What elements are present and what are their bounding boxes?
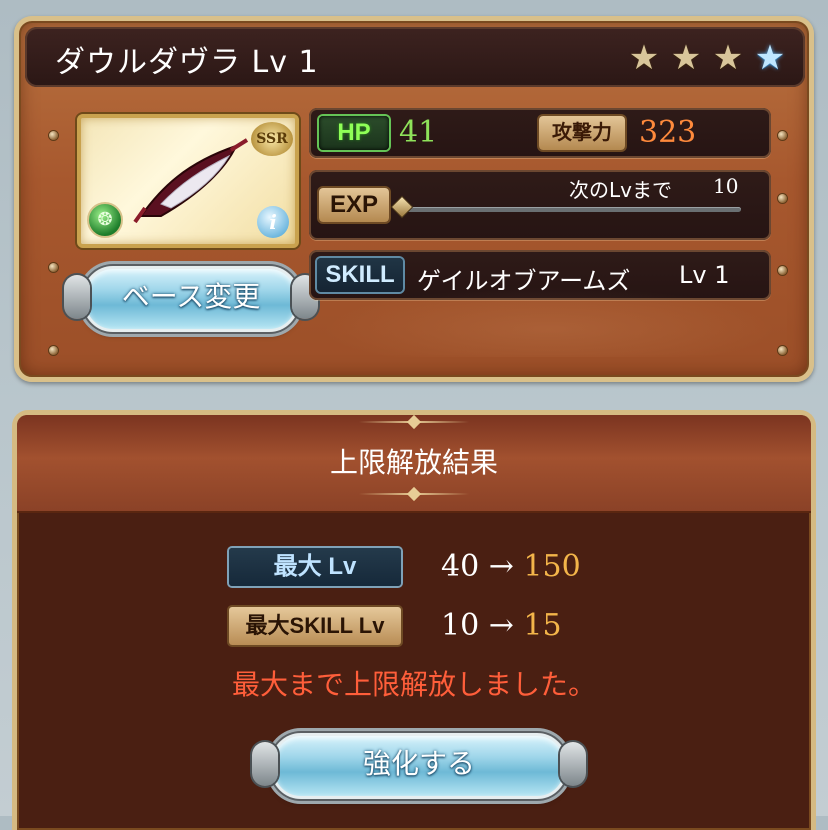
max-level-label: 最大 Lv — [229, 548, 401, 586]
max-skill-level-change: 10 → 15 — [441, 608, 562, 643]
weapon-card[interactable]: SSR ❂ i — [77, 114, 299, 248]
star-icon: ★ — [712, 38, 744, 78]
rivet — [49, 346, 58, 355]
attack-label: 攻撃力 — [539, 116, 625, 150]
max-skill-from: 10 — [441, 608, 480, 643]
star-icon: ★ — [628, 38, 660, 78]
rivet — [49, 131, 58, 140]
max-level-to: 150 — [523, 549, 581, 584]
skill-name: ゲイルオブアームズ — [417, 267, 631, 295]
rivet — [778, 346, 787, 355]
result-header: 上限解放結果 — [17, 415, 811, 513]
attack-value: 323 — [639, 115, 697, 150]
exp-progress-bar — [403, 207, 741, 212]
result-title: 上限解放結果 — [329, 446, 498, 479]
max-level-change: 40 → 150 — [441, 549, 581, 584]
weapon-name-level: ダウルダヴラ Lv 1 — [55, 45, 319, 80]
skill-level: Lv 1 — [679, 261, 730, 289]
star-icon: ★ — [754, 38, 786, 78]
info-icon[interactable]: i — [257, 206, 289, 238]
rivet — [778, 194, 787, 203]
max-skill-to: 15 — [523, 608, 562, 643]
hp-value: 41 — [399, 115, 438, 150]
uncap-result-panel: 上限解放結果 最大 Lv 40 → 150 最大SKILL Lv 10 → 15… — [12, 410, 816, 830]
star-icon: ★ — [670, 38, 702, 78]
ornament — [359, 489, 469, 499]
exp-row: EXP 次のLvまで 10 — [309, 170, 771, 240]
skill-label: SKILL — [317, 258, 403, 292]
rivet — [778, 266, 787, 275]
max-skill-level-label: 最大SKILL Lv — [229, 607, 401, 645]
rivet — [49, 263, 58, 272]
arrow-icon: → — [488, 549, 514, 584]
skill-row[interactable]: SKILL ゲイルオブアームズ Lv 1 — [309, 250, 771, 300]
weapon-status-panel: ダウルダヴラ Lv 1 ★ ★ ★ ★ SSR ❂ i ベース変更 HP 41 … — [14, 16, 814, 382]
enhance-button[interactable]: 強化する — [252, 733, 586, 799]
title-bar: ダウルダヴラ Lv 1 ★ ★ ★ ★ — [25, 27, 805, 87]
uncap-stars: ★ ★ ★ ★ — [625, 39, 789, 77]
arrow-icon: → — [488, 608, 514, 643]
wind-element-icon: ❂ — [87, 202, 123, 238]
ornament — [359, 417, 469, 427]
base-change-button[interactable]: ベース変更 — [64, 266, 318, 332]
rarity-badge: SSR — [251, 122, 293, 156]
next-level-text: 次のLvまで — [569, 178, 672, 202]
weapon-image — [133, 138, 249, 224]
exp-progress-marker — [392, 197, 412, 217]
uncap-complete-message: 最大まで上限解放しました。 — [231, 668, 596, 701]
next-level-value: 10 — [713, 174, 739, 198]
hp-label: HP — [319, 116, 389, 150]
rivet — [778, 131, 787, 140]
hp-atk-row: HP 41 攻撃力 323 — [309, 108, 771, 158]
max-level-from: 40 — [441, 549, 480, 584]
exp-label: EXP — [319, 188, 389, 222]
